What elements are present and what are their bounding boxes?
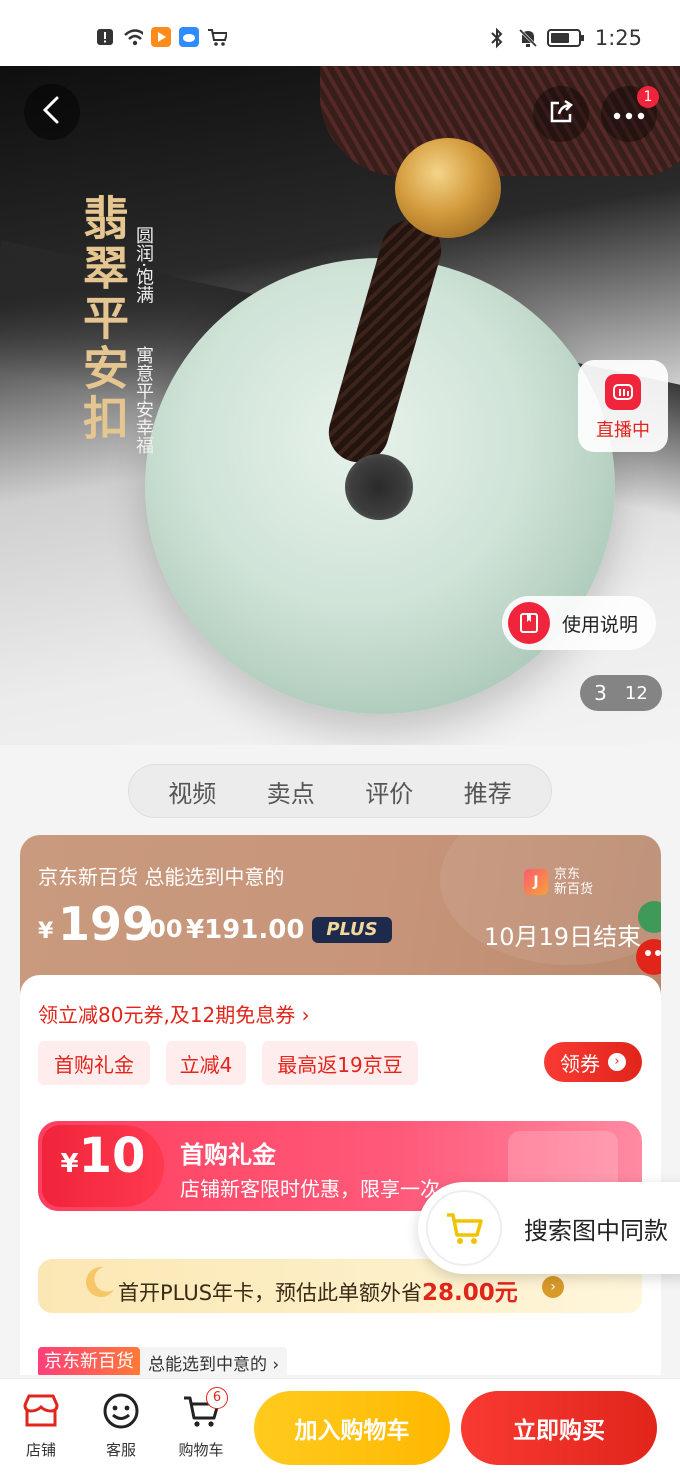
plus-price: ¥191.00 [186,915,305,945]
section-tabs: 视频 卖点 评价 推荐 [128,764,552,818]
cloud-app-icon [179,27,199,47]
smiley-service-icon [101,1391,141,1431]
brand-logo: J 京东 新百货 [524,867,614,897]
manual-icon [508,602,550,644]
search-same-item-button[interactable]: 搜索图中同款 [418,1182,680,1274]
status-icons-right: 1:25 [487,26,642,50]
get-coupon-label: 领券 [560,1051,600,1076]
status-icons-left [95,27,227,47]
plus-badge: PLUS [312,917,392,943]
brand-line-2: 新百货 [554,882,594,897]
store-brand: 京东新百货 [38,1347,140,1375]
back-arrow-icon [40,95,64,129]
price-card: 京东新百货 总能选到中意的 J 京东 新百货 ¥ 199 .00 ¥191.00… [20,835,661,995]
gift-description: 店铺新客限时优惠，限享一次 [180,1177,440,1201]
brand-text: 京东 新百货 [554,867,593,897]
status-bar: 1:25 [0,0,680,66]
hero-title: 翡翠平安扣 [76,194,130,444]
live-label: 直播中 [596,420,650,441]
wifi-icon [123,27,143,47]
gift-amount-block: ¥ 10 [42,1125,164,1207]
get-coupon-button[interactable]: 领券 › [544,1042,642,1082]
tab-recommend[interactable]: 推荐 [464,774,512,809]
price-currency: ¥ [38,919,54,944]
bluetooth-icon [487,27,507,49]
store-tag[interactable]: 京东新百货 总能选到中意的 › [38,1347,288,1375]
tab-video[interactable]: 视频 [168,774,216,809]
cart-app-icon [207,27,227,47]
promotion-card: 领立减80元券,及12期免息券 › 首购礼金 立减4 最高返19京豆 领券 › … [20,975,661,1375]
back-button[interactable] [24,84,80,140]
brand-mark-icon: J [524,869,548,895]
gift-title: 首购礼金 [180,1141,276,1169]
more-dots-icon [613,105,645,124]
image-pager: 3 12 [580,675,662,711]
store-icon [21,1391,61,1431]
share-icon [546,97,576,131]
store-slogan: 总能选到中意的 › [148,1354,280,1375]
usage-guide-button[interactable]: 使用说明 [502,596,656,650]
plus-savings-amount: 28.00元 [422,1280,518,1306]
hero-subtitle-2: 寓意平安幸福 [133,346,154,454]
pager-total: 12 [624,682,648,704]
bottom-action-bar: 店铺 客服 6 购物车 加入购物车 立即购买 [0,1378,680,1473]
clock: 1:25 [594,26,642,50]
add-to-cart-button[interactable]: 加入购物车 [254,1391,450,1465]
video-app-icon [151,27,171,47]
store-label: 店铺 [25,1441,56,1459]
chip-first-purchase-gift[interactable]: 首购礼金 [38,1041,150,1085]
price-slogan: 京东新百货 总能选到中意的 [38,865,285,889]
pager-current: 3 [594,681,607,705]
cart-count-badge: 6 [206,1387,228,1409]
cart-button[interactable]: 6 购物车 [166,1387,236,1460]
bead [395,138,501,238]
hero-subtitle-1: 圆润·饱满 [133,226,154,304]
live-icon [605,374,641,410]
shopping-cart-icon [426,1190,502,1266]
brand-line-1: 京东 [554,867,581,882]
price-cents: .00 [140,915,183,943]
battery-icon [546,28,585,48]
usage-guide-label: 使用说明 [562,613,639,636]
chevron-right-icon: › [608,1053,626,1071]
coupon-summary-link[interactable]: 领立减80元券,及12期免息券 › [38,999,310,1028]
chip-jingdou-rebate[interactable]: 最高返19京豆 [262,1041,418,1085]
mute-bell-icon [517,28,537,48]
chip-instant-discount[interactable]: 立减4 [166,1041,246,1085]
live-stream-button[interactable]: 直播中 [578,360,668,452]
notification-badge: 1 [637,86,659,108]
gift-currency: ¥ [60,1149,79,1179]
plus-banner-label: 首开PLUS年卡，预估此单额外省 [118,1281,423,1305]
customer-service-label: 客服 [105,1441,136,1459]
share-button[interactable] [533,86,589,142]
buy-now-button[interactable]: 立即购买 [461,1391,657,1465]
tab-reviews[interactable]: 评价 [365,774,413,809]
customer-service-button[interactable]: 客服 [86,1391,156,1460]
promo-end-date: 10月19日结束 [484,923,642,951]
tab-selling-points[interactable]: 卖点 [267,774,315,809]
gift-amount: 10 [78,1128,146,1184]
chevron-right-icon: › [542,1276,564,1298]
search-same-label: 搜索图中同款 [524,1216,668,1245]
store-button[interactable]: 店铺 [6,1391,76,1460]
alert-icon [95,27,115,47]
jade-hole [345,454,413,520]
moon-icon [86,1267,116,1297]
cart-label: 购物车 [178,1441,224,1459]
plus-banner-text: 首开PLUS年卡，预估此单额外省28.00元 [118,1273,518,1307]
